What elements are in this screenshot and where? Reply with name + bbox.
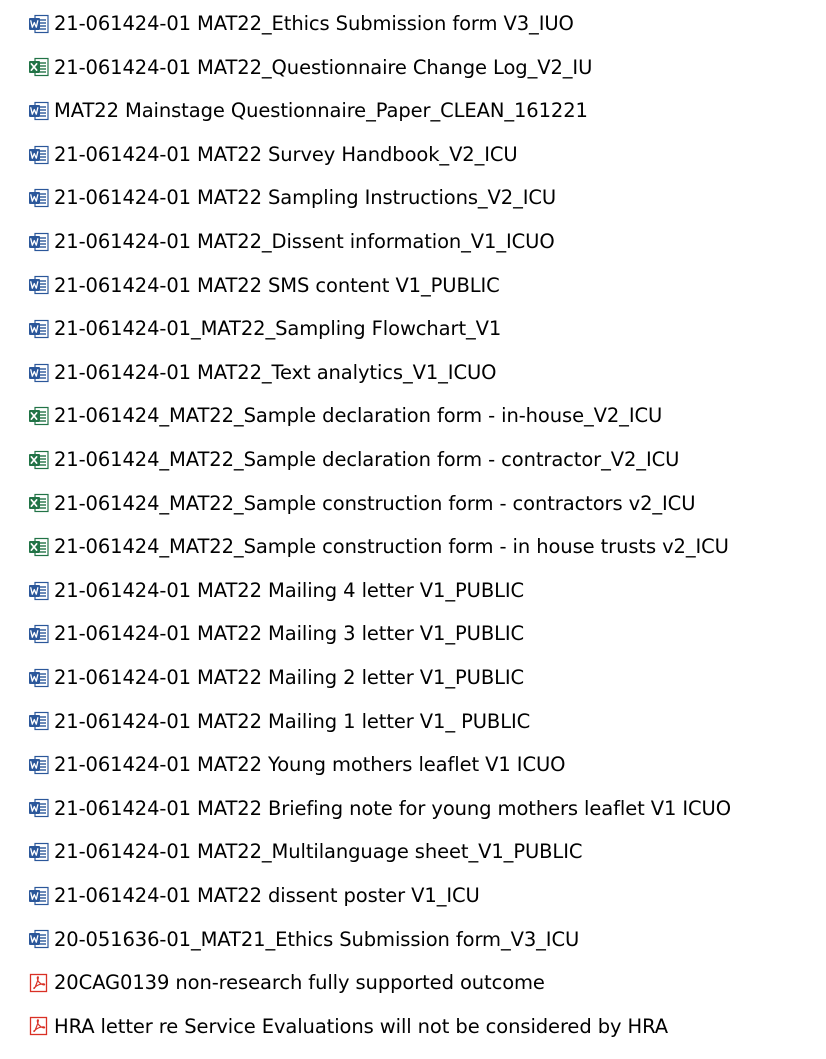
file-name: 21-061424-01 MAT22 Briefing note for you… [54, 796, 731, 820]
file-row[interactable]: 21-061424_MAT22_Sample declaration form … [0, 394, 826, 438]
file-row[interactable]: 21-061424-01 MAT22_Ethics Submission for… [0, 2, 826, 46]
word-document-icon [28, 145, 50, 165]
excel-spreadsheet-icon [28, 450, 50, 470]
file-row[interactable]: 21-061424-01 MAT22 Mailing 3 letter V1_P… [0, 612, 826, 656]
file-name: 21-061424-01 MAT22_Ethics Submission for… [54, 12, 574, 36]
word-document-icon [28, 755, 50, 775]
file-row[interactable]: 21-061424-01 MAT22 Sampling Instructions… [0, 176, 826, 220]
word-document-icon [28, 624, 50, 644]
file-name: 21-061424-01 MAT22 SMS content V1_PUBLIC [54, 273, 500, 297]
file-row[interactable]: MAT22 Mainstage Questionnaire_Paper_CLEA… [0, 89, 826, 133]
file-name: 20CAG0139 non-research fully supported o… [54, 971, 545, 995]
file-name: 21-061424-01 MAT22 Mailing 3 letter V1_P… [54, 622, 525, 646]
file-name: 21-061424-01 MAT22 Sampling Instructions… [54, 186, 557, 210]
file-row[interactable]: 21-061424-01 MAT22_Dissent information_V… [0, 220, 826, 264]
file-row[interactable]: 21-061424-01 MAT22_Multilanguage sheet_V… [0, 830, 826, 874]
word-document-icon [28, 101, 50, 121]
file-name: 21-061424-01 MAT22 Survey Handbook_V2_IC… [54, 142, 518, 166]
file-name: 21-061424-01 MAT22_Text analytics_V1_ICU… [54, 360, 497, 384]
file-row[interactable]: HRA letter re Service Evaluations will n… [0, 1005, 826, 1049]
file-name: 21-061424-01 MAT22 Young mothers leaflet… [54, 753, 566, 777]
file-row[interactable]: 20CAG0139 non-research fully supported o… [0, 961, 826, 1005]
excel-spreadsheet-icon [28, 493, 50, 513]
file-name: 21-061424-01 MAT22 Mailing 2 letter V1_P… [54, 665, 525, 689]
file-name: 21-061424-01 MAT22_Multilanguage sheet_V… [54, 840, 583, 864]
file-name: 21-061424_MAT22_Sample declaration form … [54, 404, 663, 428]
word-document-icon [28, 929, 50, 949]
word-document-icon [28, 842, 50, 862]
file-row[interactable]: 20-051636-01_MAT21_Ethics Submission for… [0, 917, 826, 961]
file-row[interactable]: 21-061424-01 MAT22 SMS content V1_PUBLIC [0, 264, 826, 308]
file-row[interactable]: 21-061424_MAT22_Sample construction form… [0, 525, 826, 569]
file-row[interactable]: 21-061424-01 MAT22 dissent poster V1_ICU [0, 874, 826, 918]
file-name: 21-061424-01 MAT22_Questionnaire Change … [54, 55, 593, 79]
word-document-icon [28, 668, 50, 688]
word-document-icon [28, 319, 50, 339]
file-name: 21-061424-01 MAT22 Mailing 1 letter V1_ … [54, 709, 531, 733]
file-name: MAT22 Mainstage Questionnaire_Paper_CLEA… [54, 99, 588, 123]
file-row[interactable]: 21-061424-01_MAT22_Sampling Flowchart_V1 [0, 307, 826, 351]
file-name: 20-051636-01_MAT21_Ethics Submission for… [54, 927, 580, 951]
word-document-icon [28, 581, 50, 601]
file-row[interactable]: 21-061424-01 MAT22_Text analytics_V1_ICU… [0, 351, 826, 395]
word-document-icon [28, 14, 50, 34]
file-name: HRA letter re Service Evaluations will n… [54, 1014, 668, 1038]
word-document-icon [28, 188, 50, 208]
file-row[interactable]: 21-061424_MAT22_Sample construction form… [0, 482, 826, 526]
file-name: 21-061424-01 MAT22 dissent poster V1_ICU [54, 883, 480, 907]
file-row[interactable]: 21-061424-01 MAT22 Briefing note for you… [0, 787, 826, 831]
word-document-icon [28, 363, 50, 383]
excel-spreadsheet-icon [28, 537, 50, 557]
pdf-document-icon [28, 1016, 50, 1036]
file-name: 21-061424_MAT22_Sample declaration form … [54, 447, 680, 471]
pdf-document-icon [28, 973, 50, 993]
file-name: 21-061424_MAT22_Sample construction form… [54, 491, 696, 515]
file-row[interactable]: 21-061424-01 MAT22 Survey Handbook_V2_IC… [0, 133, 826, 177]
file-list: 21-061424-01 MAT22_Ethics Submission for… [0, 0, 826, 1059]
file-row[interactable]: 21-061424-01 MAT22 Mailing 1 letter V1_ … [0, 700, 826, 744]
word-document-icon [28, 886, 50, 906]
file-row[interactable]: 21-061424-01 MAT22 Young mothers leaflet… [0, 743, 826, 787]
excel-spreadsheet-icon [28, 57, 50, 77]
file-name: 21-061424-01 MAT22 Mailing 4 letter V1_P… [54, 578, 525, 602]
file-row[interactable]: 21-061424-01 MAT22 Mailing 4 letter V1_P… [0, 569, 826, 613]
word-document-icon [28, 232, 50, 252]
file-name: 21-061424-01_MAT22_Sampling Flowchart_V1 [54, 317, 502, 341]
word-document-icon [28, 798, 50, 818]
file-name: 21-061424-01 MAT22_Dissent information_V… [54, 230, 555, 254]
file-row[interactable]: 21-061424_MAT22_Sample declaration form … [0, 438, 826, 482]
file-row[interactable]: 21-061424-01 MAT22 Mailing 2 letter V1_P… [0, 656, 826, 700]
file-name: 21-061424_MAT22_Sample construction form… [54, 535, 729, 559]
word-document-icon [28, 275, 50, 295]
excel-spreadsheet-icon [28, 406, 50, 426]
file-row[interactable]: 21-061424-01 MAT22_Questionnaire Change … [0, 46, 826, 90]
word-document-icon [28, 711, 50, 731]
